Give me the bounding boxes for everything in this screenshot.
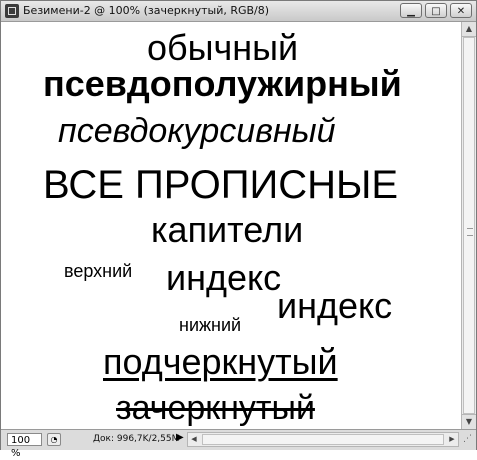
scroll-left-arrow-icon[interactable]: ◀ bbox=[188, 433, 200, 446]
scroll-grip-icon bbox=[467, 228, 473, 236]
document-window: Безимени-2 @ 100% (зачеркнутый, RGB/8) ▁… bbox=[0, 0, 477, 459]
scroll-right-arrow-icon[interactable]: ▶ bbox=[446, 433, 458, 446]
text-faux-bold: псевдополужирный bbox=[43, 63, 402, 104]
maximize-button[interactable]: □ bbox=[425, 3, 447, 18]
document-size-info: Док: 996,7K/2,55M bbox=[93, 434, 180, 444]
text-underline: подчеркнутый bbox=[103, 341, 338, 382]
text-all-caps: ВСЕ ПРОПИСНЫЕ bbox=[43, 163, 399, 207]
text-normal: обычный bbox=[147, 27, 299, 68]
close-button[interactable]: ✕ bbox=[450, 3, 472, 18]
text-strikethrough: зачеркнутый bbox=[116, 389, 315, 427]
document-canvas[interactable]: обычный псевдополужирный псевдокурсивный… bbox=[1, 22, 461, 429]
scroll-down-arrow-icon[interactable]: ▼ bbox=[462, 414, 476, 429]
window-title: Безимени-2 @ 100% (зачеркнутый, RGB/8) bbox=[23, 4, 270, 17]
horizontal-scrollbar[interactable]: ◀ ▶ bbox=[187, 432, 459, 447]
text-small-caps: капители bbox=[151, 209, 304, 250]
text-superscript-label: верхний bbox=[64, 261, 133, 281]
window-controls: ▁ □ ✕ bbox=[400, 3, 472, 18]
document-icon bbox=[5, 4, 19, 18]
text-superscript-word: индекс bbox=[166, 257, 282, 298]
scroll-up-arrow-icon[interactable]: ▲ bbox=[462, 22, 476, 37]
resize-grip-icon[interactable]: ⋰ bbox=[463, 434, 475, 446]
text-faux-italic: псевдокурсивный bbox=[58, 112, 336, 150]
status-bar: 100 % ◔ Док: 996,7K/2,55M ▶ ◀ ▶ ⋰ bbox=[1, 429, 476, 459]
vertical-scrollbar[interactable]: ▲ ▼ bbox=[461, 22, 476, 429]
zoom-level-field[interactable]: 100 % bbox=[7, 433, 42, 459]
text-subscript-label: нижний bbox=[179, 315, 242, 335]
vertical-scroll-thumb[interactable] bbox=[463, 37, 475, 414]
navigator-icon[interactable]: ◔ bbox=[47, 433, 61, 446]
horizontal-scroll-thumb[interactable] bbox=[202, 434, 444, 445]
status-menu-arrow-icon[interactable]: ▶ bbox=[176, 432, 184, 443]
minimize-button[interactable]: ▁ bbox=[400, 3, 422, 18]
text-subscript-word: индекс bbox=[277, 285, 393, 326]
title-bar[interactable]: Безимени-2 @ 100% (зачеркнутый, RGB/8) ▁… bbox=[1, 1, 476, 22]
